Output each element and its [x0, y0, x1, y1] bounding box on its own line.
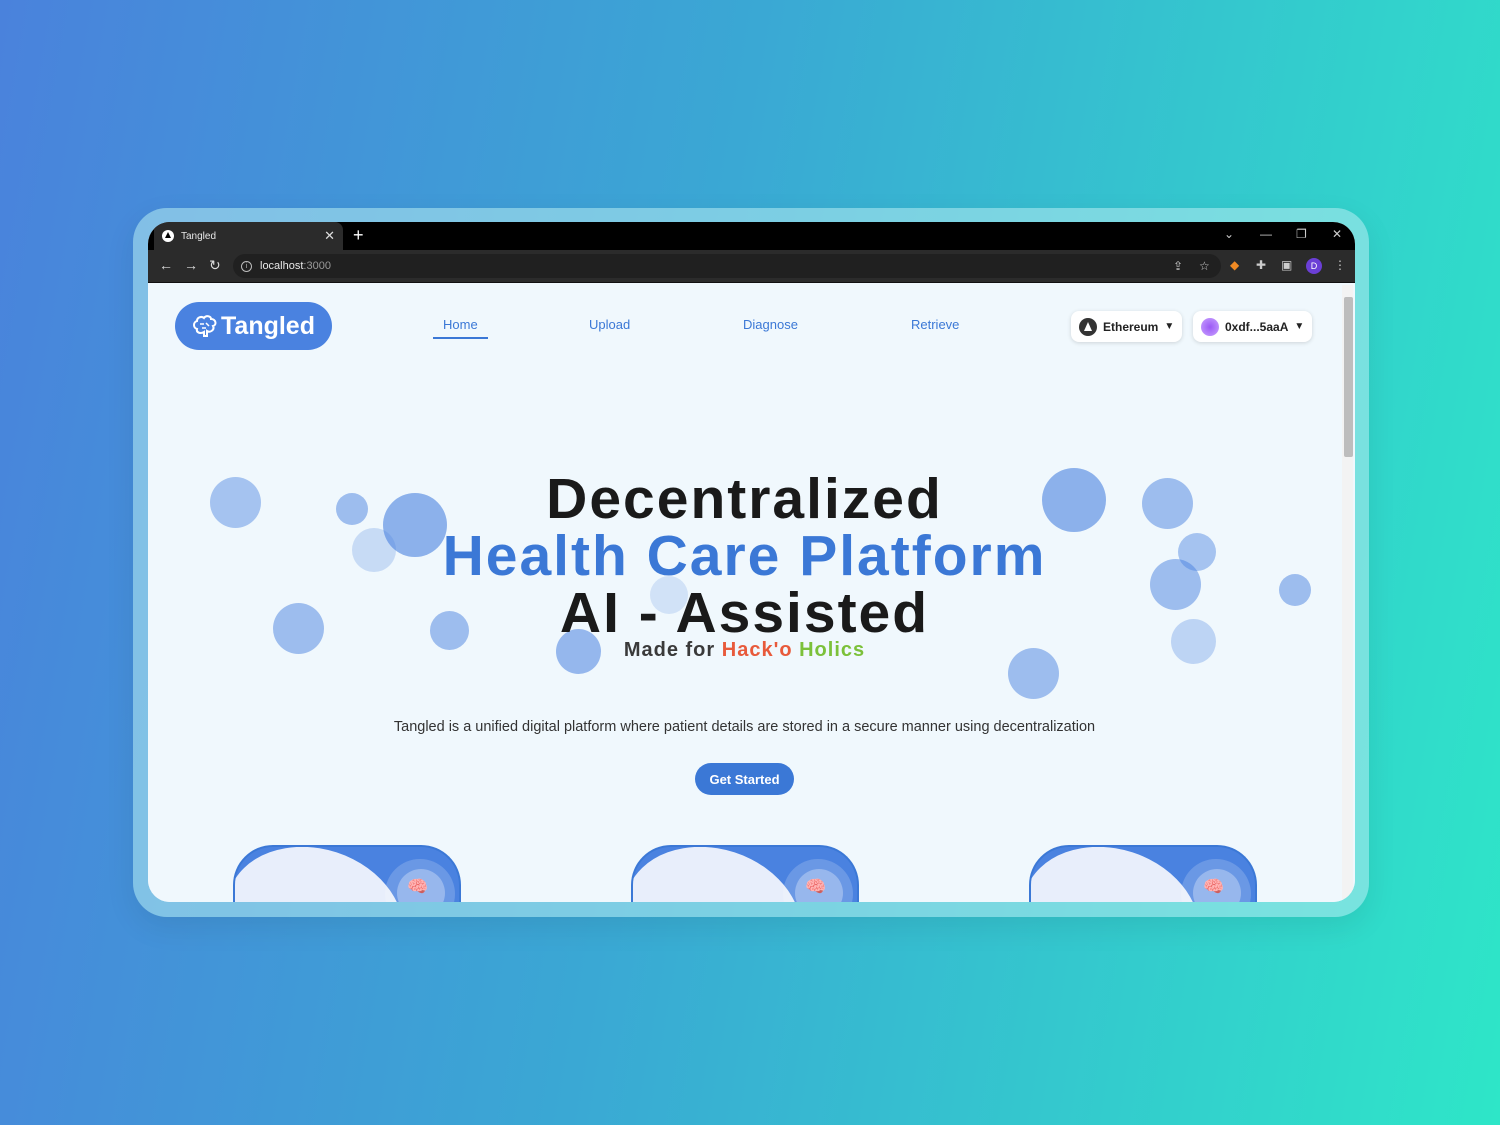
bookmark-star-icon[interactable]: ☆ — [1199, 259, 1210, 273]
hero-title-line3: AI - Assisted — [559, 581, 930, 645]
url-port: :3000 — [303, 260, 331, 272]
reload-icon[interactable]: ↻ — [209, 257, 221, 274]
network-selector[interactable]: Ethereum ▼ — [1071, 311, 1183, 342]
browser-tab[interactable]: Tangled ✕ — [154, 222, 343, 250]
nav-home[interactable]: Home — [443, 317, 478, 332]
site-logo[interactable]: Tangled — [175, 302, 332, 350]
nav-upload[interactable]: Upload — [589, 317, 630, 332]
brain-icon: 🧠 — [1203, 877, 1225, 896]
account-avatar — [1201, 317, 1219, 336]
minimize-icon[interactable]: — — [1260, 227, 1272, 241]
tab-title: Tangled — [181, 230, 217, 242]
page-scrollbar[interactable] — [1342, 285, 1353, 900]
side-panel-icon[interactable]: ▣ — [1281, 258, 1292, 272]
address-bar[interactable]: i localhost:3000 ⇪ ☆ — [233, 254, 1221, 278]
logo-text: Tangled — [221, 311, 315, 340]
team-name-part1: Hack'o — [721, 639, 793, 661]
made-for-tagline: Made for Hack'o Holics — [148, 639, 1341, 662]
new-tab-button[interactable]: + — [353, 225, 364, 245]
url-host: localhost — [260, 260, 304, 272]
browser-window: Tangled ✕ + ⌄ — ❐ ✕ ← → ↻ i localhost:30… — [148, 222, 1355, 902]
feature-card[interactable]: 🧠 — [631, 845, 859, 902]
browser-toolbar: ← → ↻ i localhost:3000 ⇪ ☆ ◆ ✚ ▣ D ⋮ — [148, 250, 1355, 283]
restore-icon[interactable]: ❐ — [1296, 227, 1307, 241]
get-started-button[interactable]: Get Started — [695, 763, 794, 795]
tab-bar: Tangled ✕ + ⌄ — ❐ ✕ — [148, 222, 1355, 250]
brain-icon: 🧠 — [407, 877, 429, 896]
account-selector[interactable]: 0xdf...5aaA ▼ — [1193, 311, 1313, 342]
nav-retrieve[interactable]: Retrieve — [911, 317, 959, 332]
profile-avatar[interactable]: D — [1306, 258, 1322, 274]
share-icon[interactable]: ⇪ — [1173, 259, 1183, 273]
feature-card[interactable]: 🧠 — [1029, 845, 1257, 902]
browser-menu-icon[interactable]: ⋮ — [1334, 258, 1346, 272]
back-icon[interactable]: ← — [159, 257, 173, 273]
site-info-icon[interactable]: i — [241, 260, 252, 272]
brain-logo-icon — [193, 315, 217, 337]
network-label: Ethereum — [1103, 319, 1159, 334]
ethereum-icon — [1079, 317, 1097, 336]
close-tab-icon[interactable]: ✕ — [324, 228, 335, 244]
account-address: 0xdf...5aaA — [1225, 319, 1289, 334]
chevron-down-icon: ▼ — [1294, 321, 1305, 332]
made-for-text: Made for — [623, 639, 716, 661]
nav-active-underline — [433, 337, 488, 339]
forward-icon[interactable]: → — [184, 257, 198, 273]
tab-search-icon[interactable]: ⌄ — [1224, 227, 1234, 241]
brain-icon: 🧠 — [805, 877, 827, 896]
close-window-icon[interactable]: ✕ — [1332, 227, 1342, 241]
hero-description: Tangled is a unified digital platform wh… — [393, 719, 1096, 735]
favicon-icon — [162, 230, 174, 242]
feature-card[interactable]: 🧠 — [233, 845, 461, 902]
team-name-part2: Holics — [799, 639, 866, 661]
metamask-extension-icon[interactable]: ◆ — [1230, 258, 1239, 272]
scrollbar-thumb[interactable] — [1344, 297, 1353, 457]
chevron-down-icon: ▼ — [1164, 321, 1175, 332]
web-page: Tangled Home Upload Diagnose Retrieve Et… — [148, 283, 1355, 902]
nav-diagnose[interactable]: Diagnose — [743, 317, 798, 332]
extensions-puzzle-icon[interactable]: ✚ — [1256, 258, 1266, 272]
